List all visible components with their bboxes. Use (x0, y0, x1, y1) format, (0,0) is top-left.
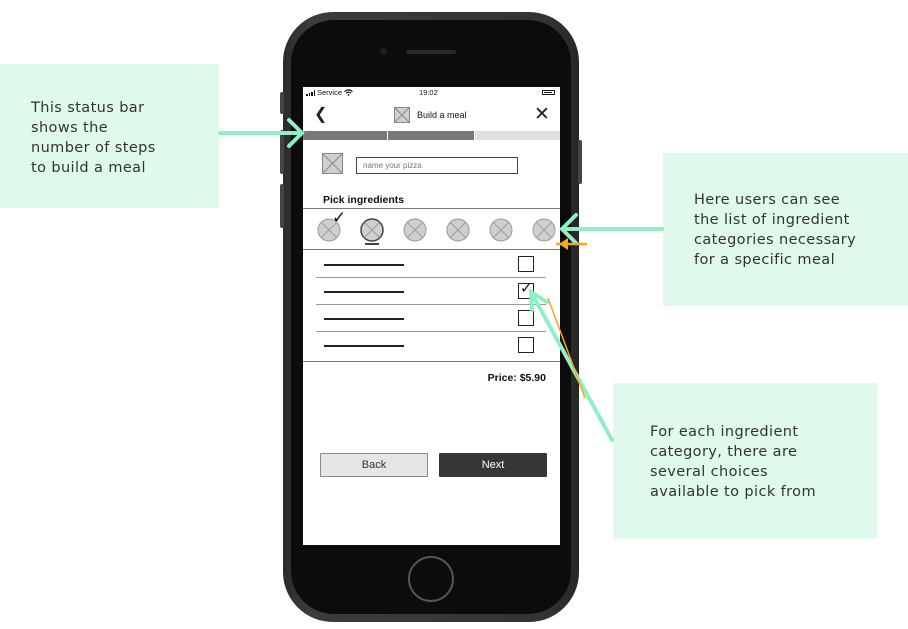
app-screen: Service 19:02 ❮ Build a meal ✕ Pick ingr… (303, 87, 560, 545)
selected-category-indicator (365, 243, 379, 245)
device-status-bar: Service 19:02 (303, 87, 560, 99)
ingredient-name-placeholder (324, 264, 404, 266)
signal-icon (306, 89, 315, 96)
ingredient-option-row[interactable] (316, 251, 546, 278)
ingredient-checkbox[interactable] (518, 310, 534, 326)
ingredient-checkbox[interactable] (518, 256, 534, 272)
image-placeholder-icon (394, 107, 410, 123)
ingredient-option-row[interactable] (316, 305, 546, 332)
price-label: Price: $5.90 (487, 372, 546, 384)
image-placeholder-icon (322, 153, 343, 174)
category-3-icon[interactable] (403, 218, 427, 242)
progress-step-1 (303, 131, 387, 140)
chevron-left-icon[interactable]: ❮ (314, 107, 327, 123)
pizza-name-input[interactable] (356, 157, 518, 174)
annotation-status-bar: This status bar shows the number of step… (0, 64, 219, 208)
front-camera (380, 48, 387, 55)
annotation-choices: For each ingredient category, there are … (613, 383, 877, 539)
volume-down-button (280, 184, 284, 228)
category-4-icon[interactable] (446, 218, 470, 242)
carrier-name: Service (317, 88, 343, 97)
category-2-icon[interactable] (360, 218, 384, 242)
category-6-icon[interactable] (532, 218, 556, 242)
ingredient-checkbox[interactable] (518, 337, 534, 353)
category-5-icon[interactable] (489, 218, 513, 242)
wifi-icon (344, 89, 353, 96)
ingredient-option-row[interactable] (316, 332, 546, 359)
next-button[interactable]: Next (439, 453, 547, 477)
volume-up-button (280, 130, 284, 174)
ingredient-name-placeholder (324, 318, 404, 320)
progress-step-3 (474, 131, 560, 140)
section-title: Pick ingredients (323, 194, 405, 206)
category-done-check-icon: ✓ (332, 208, 347, 227)
carrier-indicator: Service (306, 88, 353, 97)
divider (303, 361, 560, 362)
mute-switch (280, 92, 284, 114)
close-icon[interactable]: ✕ (534, 105, 550, 124)
ingredient-name-placeholder (324, 345, 404, 347)
progress-step-2 (387, 131, 474, 140)
home-button[interactable] (408, 556, 454, 602)
page-title: Build a meal (417, 110, 467, 120)
ingredient-option-row[interactable]: ✓ (316, 278, 546, 305)
battery-icon (542, 90, 555, 95)
ingredient-checkbox[interactable]: ✓ (518, 280, 534, 299)
step-progress-bar (303, 131, 560, 140)
checkmark-icon: ✓ (520, 280, 533, 297)
clock: 19:02 (419, 88, 438, 97)
divider (303, 249, 560, 250)
nav-header: ❮ Build a meal ✕ (303, 102, 560, 128)
back-button[interactable]: Back (320, 453, 428, 477)
power-button (578, 140, 582, 184)
annotation-categories: Here users can see the list of ingredien… (663, 153, 908, 306)
ingredient-name-placeholder (324, 291, 404, 293)
earpiece-speaker (406, 50, 456, 54)
